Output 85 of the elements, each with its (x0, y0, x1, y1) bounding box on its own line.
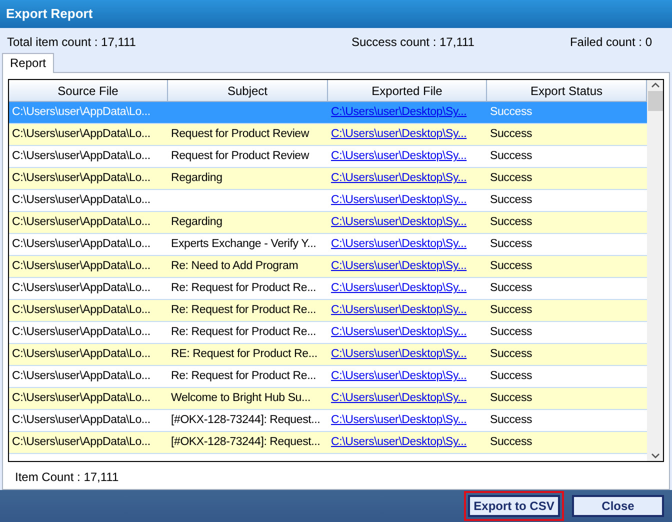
table-cell: Regarding (171, 216, 222, 228)
total-count-label: Total item count : 17,111 (7, 34, 136, 51)
table-cell: C:\Users\user\AppData\Lo... (12, 282, 150, 294)
table-cell: Success (490, 260, 532, 272)
table-cell: Re: Request for Product Re... (171, 370, 316, 382)
table-cell: [#OKX-128-73244]: Request... (171, 414, 320, 426)
table-cell: Request for Product Review (171, 128, 309, 140)
table-cell: Success (490, 370, 532, 382)
table-cell: Success (490, 304, 532, 316)
table-cell: Success (490, 238, 532, 250)
table-cell: C:\Users\user\AppData\Lo... (12, 194, 150, 206)
scroll-up-icon[interactable] (650, 82, 660, 88)
window-title: Export Report (6, 5, 93, 24)
table-cell: Success (490, 216, 532, 228)
table-cell: Success (490, 106, 532, 118)
table-cell: C:\Users\user\AppData\Lo... (12, 326, 150, 338)
column-header[interactable]: Subject (168, 80, 328, 102)
success-count-label: Success count : 17,111 (351, 34, 474, 51)
table-cell: C:\Users\user\AppData\Lo... (12, 436, 150, 448)
table-cell: C:\Users\user\AppData\Lo... (12, 392, 150, 404)
table-cell: C:\Users\user\AppData\Lo... (12, 348, 150, 360)
file-link[interactable]: C:\Users\user\Desktop\Sy... (331, 194, 467, 206)
table-cell: Welcome to Bright Hub Su... (171, 392, 310, 404)
table-cell: Re: Request for Product Re... (171, 304, 316, 316)
table-cell: C:\Users\user\AppData\Lo... (12, 128, 150, 140)
table-cell: C:\Users\user\AppData\Lo... (12, 370, 150, 382)
file-link[interactable]: C:\Users\user\Desktop\Sy... (331, 392, 467, 404)
table-cell: C:\Users\user\AppData\Lo... (12, 172, 150, 184)
file-link[interactable]: C:\Users\user\Desktop\Sy... (331, 282, 467, 294)
table-row[interactable]: C:\Users\user\AppData\Lo... Re: Need to Add Program C:\Users\user\Desktop\Sy... Success (9, 256, 647, 278)
table-cell: Success (490, 414, 532, 426)
table-row[interactable]: C:\Users\user\AppData\Lo... Regarding C:\Users\user\Desktop\Sy... Success (9, 212, 647, 234)
file-link[interactable]: C:\Users\user\Desktop\Sy... (331, 348, 467, 360)
table-cell: Success (490, 172, 532, 184)
table-cell: RE: Request for Product Re... (171, 348, 318, 360)
column-header[interactable]: Exported File (328, 80, 487, 102)
file-link[interactable]: C:\Users\user\Desktop\Sy... (331, 216, 467, 228)
column-header[interactable]: Export Status (487, 80, 647, 102)
table-cell: C:\Users\user\AppData\Lo... (12, 238, 150, 250)
table-cell: Re: Need to Add Program (171, 260, 298, 272)
table-cell: Success (490, 150, 532, 162)
column-header[interactable]: Source File (9, 80, 168, 102)
table-cell: Regarding (171, 172, 222, 184)
table-cell: Success (490, 128, 532, 140)
table-cell: Success (490, 348, 532, 360)
table-cell: C:\Users\user\AppData\Lo... (12, 106, 150, 118)
table-row[interactable]: C:\Users\user\AppData\Lo... RE: Request for Product Re... C:\Users\user\Desktop\Sy... Success (9, 344, 647, 366)
table-cell: Success (490, 282, 532, 294)
failed-count-label: Failed count : 0 (570, 34, 652, 51)
item-count-label: Item Count : 17,111 (15, 469, 120, 486)
table-cell: Re: Request for Product Re... (171, 326, 316, 338)
scrollbar[interactable] (647, 80, 663, 461)
table-cell: Success (490, 326, 532, 338)
table-cell: Experts Exchange - Verify Y... (171, 238, 316, 250)
export-csv-button[interactable]: Export to CSV (468, 495, 560, 517)
table-cell: C:\Users\user\AppData\Lo... (12, 216, 150, 228)
table-row[interactable]: C:\Users\user\AppData\Lo... [#OKX-128-73244]: Request... C:\Users\user\Desktop\Sy... Success (9, 432, 647, 454)
file-link[interactable]: C:\Users\user\Desktop\Sy... (331, 150, 467, 162)
file-link[interactable]: C:\Users\user\Desktop\Sy... (331, 436, 467, 448)
table-cell: Request for Product Review (171, 150, 309, 162)
table-row[interactable]: C:\Users\user\AppData\Lo... Welcome to Bright Hub Su... C:\Users\user\Desktop\Sy... Success (9, 388, 647, 410)
table-cell: Success (490, 194, 532, 206)
table-cell: [#OKX-128-73244]: Request... (171, 436, 320, 448)
file-link[interactable]: C:\Users\user\Desktop\Sy... (331, 128, 467, 140)
table-cell: C:\Users\user\AppData\Lo... (12, 414, 150, 426)
report-tab[interactable]: Report (2, 53, 54, 73)
scroll-down-icon[interactable] (650, 453, 660, 459)
close-button[interactable]: Close (572, 495, 664, 517)
file-link[interactable]: C:\Users\user\Desktop\Sy... (331, 260, 467, 272)
file-link[interactable]: C:\Users\user\Desktop\Sy... (331, 370, 467, 382)
file-link[interactable]: C:\Users\user\Desktop\Sy... (331, 238, 467, 250)
file-link[interactable]: C:\Users\user\Desktop\Sy... (331, 326, 467, 338)
file-link[interactable]: C:\Users\user\Desktop\Sy... (331, 414, 467, 426)
table-row[interactable]: C:\Users\user\AppData\Lo... Regarding C:\Users\user\Desktop\Sy... Success (9, 168, 647, 190)
table-cell: Success (490, 436, 532, 448)
file-link[interactable]: C:\Users\user\Desktop\Sy... (331, 172, 467, 184)
table-cell: C:\Users\user\AppData\Lo... (12, 260, 150, 272)
table-cell: Success (490, 392, 532, 404)
scroll-thumb[interactable] (648, 91, 662, 111)
file-link[interactable]: C:\Users\user\Desktop\Sy... (331, 304, 467, 316)
table-row[interactable]: C:\Users\user\AppData\Lo... Request for Product Review C:\Users\user\Desktop\Sy... Success (9, 124, 647, 146)
table-cell: C:\Users\user\AppData\Lo... (12, 150, 150, 162)
table-cell: Re: Request for Product Re... (171, 282, 316, 294)
table-cell: C:\Users\user\AppData\Lo... (12, 304, 150, 316)
table-row[interactable]: C:\Users\user\AppData\Lo... Re: Request for Product Re... C:\Users\user\Desktop\Sy... Success (9, 300, 647, 322)
